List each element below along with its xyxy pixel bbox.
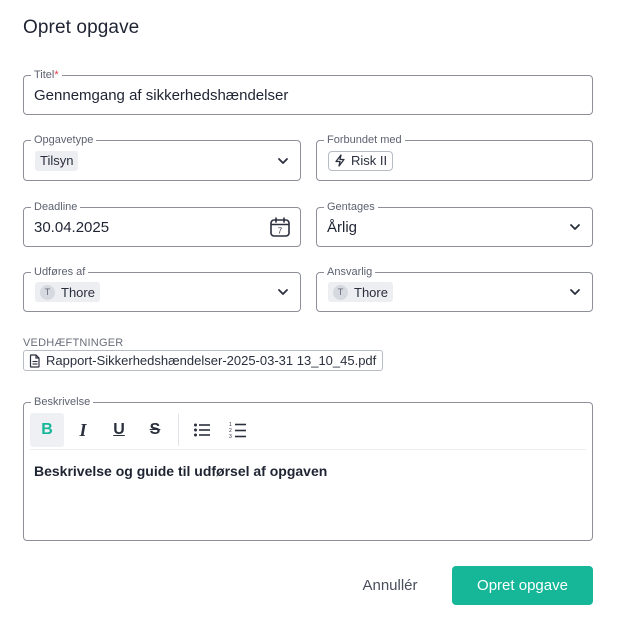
task-type-select[interactable]: Opgavetype Tilsyn [23,133,301,181]
bullet-list-button[interactable] [185,413,219,447]
underline-icon: U [113,421,125,438]
linked-risk-chip[interactable]: Risk II [328,150,394,171]
numbered-list-button[interactable]: 1 2 3 [221,413,255,447]
italic-button[interactable]: I [66,413,100,447]
description-label: Beskrivelse [31,395,94,409]
chevron-down-icon[interactable] [568,220,582,234]
linked-risk-label: Risk II [351,153,388,168]
calendar-day: 7 [278,227,283,236]
chevron-down-icon[interactable] [568,285,582,299]
bold-button[interactable]: B [30,413,64,447]
cancel-button[interactable]: Annullér [350,566,430,605]
title-field[interactable]: Titel* Gennemgang af sikkerhedshændelser [23,68,593,115]
responsible-select[interactable]: Ansvarlig T Thore [316,265,593,312]
italic-icon: I [79,419,87,440]
user-name: Thore [61,284,95,300]
svg-text:3: 3 [229,434,232,439]
document-icon [29,353,40,368]
strikethrough-icon: S [149,421,161,438]
underline-button[interactable]: U [102,413,136,447]
avatar: T [333,284,348,300]
task-type-chip: Tilsyn [35,150,79,171]
deadline-input[interactable]: 30.04.2025 [34,208,109,246]
numbered-list-icon: 1 2 3 [229,422,246,439]
editor-toolbar: B I U S 1 2 3 [30,413,257,447]
chevron-down-icon[interactable] [276,285,290,299]
description-editor[interactable]: Beskrivelse B I U S 1 2 3 Beskrivelse og… [23,395,593,541]
bullet-list-icon [194,423,210,437]
repeats-value: Årlig [327,218,358,236]
editor-divider [30,449,586,450]
repeats-select[interactable]: Gentages Årlig [316,200,593,247]
bold-icon: B [41,421,53,438]
attachment-file-name: Rapport-Sikkerhedshændelser-2025-03-31 1… [46,353,377,368]
linked-to-field[interactable]: Forbundet med Risk II [316,133,593,181]
user-chip: T Thore [328,282,393,302]
chevron-down-icon[interactable] [276,154,290,168]
strikethrough-button[interactable]: S [138,413,172,447]
avatar: T [40,284,55,300]
dialog-title: Opret opgave [23,17,140,38]
create-task-button[interactable]: Opret opgave [452,566,593,605]
toolbar-separator [178,414,179,446]
deadline-field[interactable]: Deadline 30.04.2025 7 [23,200,301,247]
title-input[interactable]: Gennemgang af sikkerhedshændelser [34,76,288,114]
user-name: Thore [354,284,388,300]
performed-by-select[interactable]: Udføres af T Thore [23,265,301,312]
calendar-icon[interactable]: 7 [269,216,291,238]
lightning-icon [335,154,345,167]
attachments-header: VEDHÆFTNINGER [23,337,124,349]
attachment-file[interactable]: Rapport-Sikkerhedshændelser-2025-03-31 1… [23,350,384,371]
user-chip: T Thore [35,282,100,302]
description-content[interactable]: Beskrivelse og guide til udførsel af opg… [34,463,327,479]
